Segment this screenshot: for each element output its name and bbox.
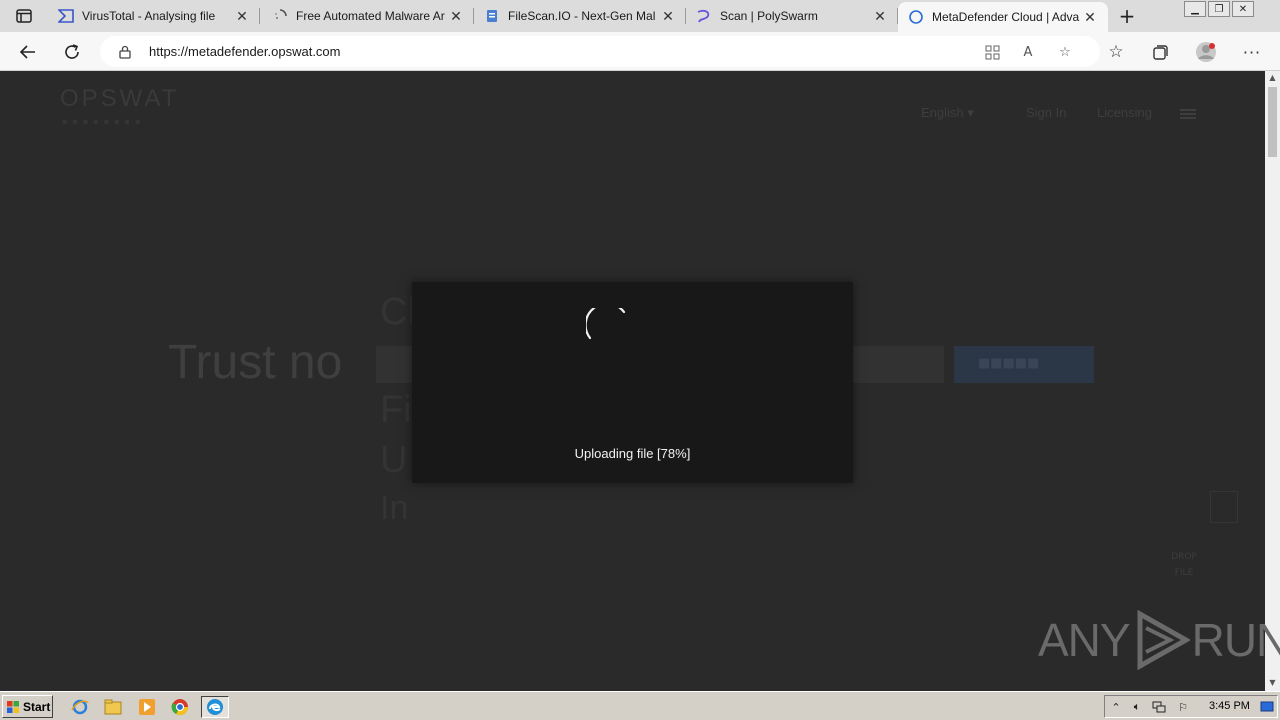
close-window-button[interactable]: ✕ [1232, 1, 1254, 17]
hero-line: U [380, 439, 408, 481]
refresh-icon [65, 44, 79, 59]
network-icon[interactable] [1151, 700, 1167, 714]
browser-toolbar: https://metadefender.opswat.com A ☆ ☆ ··… [0, 32, 1280, 71]
close-tab-icon[interactable]: ✕ [448, 8, 464, 24]
watermark-left: ANY [1038, 614, 1131, 666]
collections-button[interactable] [1147, 39, 1173, 65]
play-logo-icon [1137, 610, 1190, 670]
tab-title: Free Automated Malware Ar [296, 9, 445, 23]
scrollbar-thumb[interactable] [1268, 87, 1277, 157]
hero-line: In [380, 489, 409, 527]
refresh-button[interactable] [59, 39, 85, 65]
tab-title: FileScan.IO - Next-Gen Mal [508, 9, 656, 23]
back-arrow-icon [19, 45, 35, 59]
lock-icon [118, 44, 132, 63]
hamburger-menu-icon[interactable] [1180, 109, 1196, 119]
upload-status-text: Uploading file [78%] [574, 446, 691, 461]
back-button[interactable] [15, 39, 41, 65]
start-button[interactable]: Start [2, 695, 53, 718]
action-center-flag-icon[interactable]: ⚐ [1175, 700, 1191, 714]
restore-button[interactable]: ❐ [1208, 1, 1230, 17]
close-tab-icon[interactable]: ✕ [872, 8, 888, 24]
loading-spinner-icon [586, 308, 626, 340]
tab-title: Scan | PolySwarm [720, 9, 818, 23]
language-selector[interactable]: English ▾ [921, 105, 974, 121]
close-tab-icon[interactable]: ✕ [234, 8, 250, 24]
tab-free-automated-malware[interactable]: Free Automated Malware Ar ✕ [262, 0, 474, 32]
anyrun-watermark: ANY RUN [1038, 608, 1280, 672]
page-scrollbar[interactable]: ▲ ▼ [1265, 71, 1280, 691]
drop-zone[interactable] [1210, 491, 1238, 523]
favorites-button[interactable]: ☆ [1103, 39, 1129, 65]
sign-in-link[interactable]: Sign In [1026, 105, 1066, 120]
loading-icon [908, 9, 924, 25]
windows-flag-icon [7, 700, 19, 713]
tab-strip: VirusTotal - Analysing file ✕ Free Autom… [0, 0, 1280, 32]
avatar-icon [1196, 42, 1216, 62]
ie-taskbar-icon[interactable] [69, 696, 91, 718]
show-hidden-icons-icon[interactable]: ⌃ [1108, 700, 1124, 714]
tab-actions-button[interactable] [10, 6, 38, 26]
clock: 3:45 PM [1209, 700, 1250, 712]
logo-subtext: ▪▪▪▪▪▪▪▪ [62, 117, 146, 126]
collections-icon [1152, 44, 1168, 60]
close-tab-icon[interactable]: ✕ [1082, 9, 1098, 25]
opswat-logo: OPSWAT [60, 85, 180, 112]
volume-icon[interactable]: 🔈︎ [1129, 700, 1145, 714]
address-bar[interactable]: https://metadefender.opswat.com A ☆ [100, 36, 1100, 67]
tab-title: VirusTotal - Analysing file [82, 9, 216, 23]
start-label: Start [23, 699, 51, 714]
licensing-link[interactable]: Licensing [1097, 105, 1152, 120]
profile-button[interactable] [1193, 39, 1219, 65]
taskbar: Start ⌃ 🔈︎ ⚐ 3:45 PM [0, 691, 1280, 720]
polyswarm-icon [696, 8, 712, 24]
tab-polyswarm[interactable]: Scan | PolySwarm ✕ [686, 0, 898, 32]
virustotal-icon [58, 8, 74, 24]
tab-filescan[interactable]: FileScan.IO - Next-Gen Mal ✕ [474, 0, 686, 32]
scroll-up-icon[interactable]: ▲ [1268, 73, 1277, 82]
hero-line: Cl [380, 291, 416, 333]
media-player-taskbar-icon[interactable] [136, 696, 158, 718]
tab-virustotal[interactable]: VirusTotal - Analysing file ✕ [48, 0, 260, 32]
loading-icon [272, 8, 288, 24]
add-favorite-icon[interactable]: ☆ [1056, 43, 1074, 61]
new-tab-button[interactable]: + [1116, 4, 1138, 28]
close-tab-icon[interactable]: ✕ [660, 8, 676, 24]
read-aloud-icon[interactable]: A [1019, 43, 1037, 61]
hero-line: Fi [380, 389, 412, 431]
tab-actions-icon [16, 9, 32, 23]
watermark-right: RUN [1191, 614, 1280, 666]
show-desktop-icon[interactable] [1259, 700, 1275, 714]
apps-icon[interactable] [983, 43, 1001, 61]
explorer-taskbar-icon[interactable] [102, 696, 124, 718]
tab-title: MetaDefender Cloud | Adva [932, 10, 1080, 24]
more-icon: ··· [1242, 42, 1262, 62]
filescan-icon [484, 8, 500, 24]
favorites-icon: ☆ [1108, 42, 1124, 62]
hero-headline: Trust no [168, 336, 343, 389]
scan-button[interactable]: ■■■■■ [954, 346, 1094, 383]
edge-taskbar-icon[interactable] [201, 696, 229, 718]
chrome-taskbar-icon[interactable] [169, 696, 191, 718]
minimize-button[interactable]: ▁ [1184, 1, 1206, 17]
tab-metadefender[interactable]: MetaDefender Cloud | Adva ✕ [898, 2, 1108, 32]
settings-more-button[interactable]: ··· [1239, 39, 1265, 65]
url-text: https://metadefender.opswat.com [149, 44, 341, 59]
scroll-down-icon[interactable]: ▼ [1268, 678, 1277, 687]
drop-file-label: DROP FILE [1171, 552, 1197, 578]
system-tray: ⌃ 🔈︎ ⚐ 3:45 PM [1104, 695, 1278, 718]
